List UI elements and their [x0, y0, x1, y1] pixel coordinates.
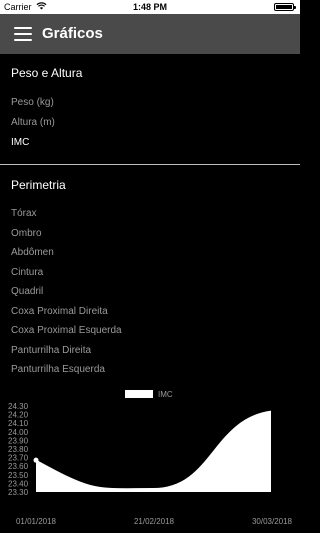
- chart-plot: [33, 410, 272, 492]
- item-panturrilha-direita[interactable]: Panturrilha Direita: [11, 345, 91, 356]
- item-peso[interactable]: Peso (kg): [11, 97, 54, 108]
- app-bar: Gráficos: [0, 14, 300, 54]
- item-coxa-proximal-esquerda[interactable]: Coxa Proximal Esquerda: [11, 325, 122, 336]
- item-quadril[interactable]: Quadril: [11, 286, 43, 297]
- item-abdomen[interactable]: Abdômen: [11, 247, 54, 258]
- section-title-perimetria: Perimetria: [11, 178, 66, 192]
- series-area-imc: [36, 411, 271, 492]
- x-tick-label: 21/02/2018: [134, 517, 175, 526]
- item-torax[interactable]: Tórax: [11, 208, 37, 219]
- section-divider: [0, 164, 300, 165]
- page-title: Gráficos: [42, 25, 103, 42]
- item-cintura[interactable]: Cintura: [11, 267, 43, 278]
- chart-x-axis: 01/01/2018 21/02/2018 30/03/2018: [16, 517, 293, 526]
- item-altura[interactable]: Altura (m): [11, 117, 55, 128]
- legend-label-imc: IMC: [158, 390, 173, 399]
- chart-y-axis: 24.3024.2024.1024.0023.9023.8023.7023.60…: [8, 402, 29, 497]
- imc-chart: IMC 24.3024.2024.1024.0023.9023.8023.702…: [8, 390, 293, 526]
- y-tick-label: 23.30: [8, 488, 29, 497]
- legend-swatch-imc: [125, 390, 153, 398]
- x-tick-label: 01/01/2018: [16, 517, 57, 526]
- menu-icon[interactable]: [14, 27, 32, 41]
- status-time: 1:48 PM: [132, 2, 167, 12]
- item-imc[interactable]: IMC: [11, 137, 29, 148]
- item-panturrilha-esquerda[interactable]: Panturrilha Esquerda: [11, 364, 105, 375]
- data-point-imc: [33, 457, 39, 463]
- battery-icon: [274, 3, 296, 11]
- chart-legend: IMC: [125, 390, 173, 399]
- section-title-peso-altura: Peso e Altura: [11, 66, 83, 80]
- item-coxa-proximal-direita[interactable]: Coxa Proximal Direita: [11, 306, 108, 317]
- item-ombro[interactable]: Ombro: [11, 228, 42, 239]
- x-tick-label: 30/03/2018: [252, 517, 293, 526]
- status-bar: Carrier 1:48 PM: [0, 0, 300, 14]
